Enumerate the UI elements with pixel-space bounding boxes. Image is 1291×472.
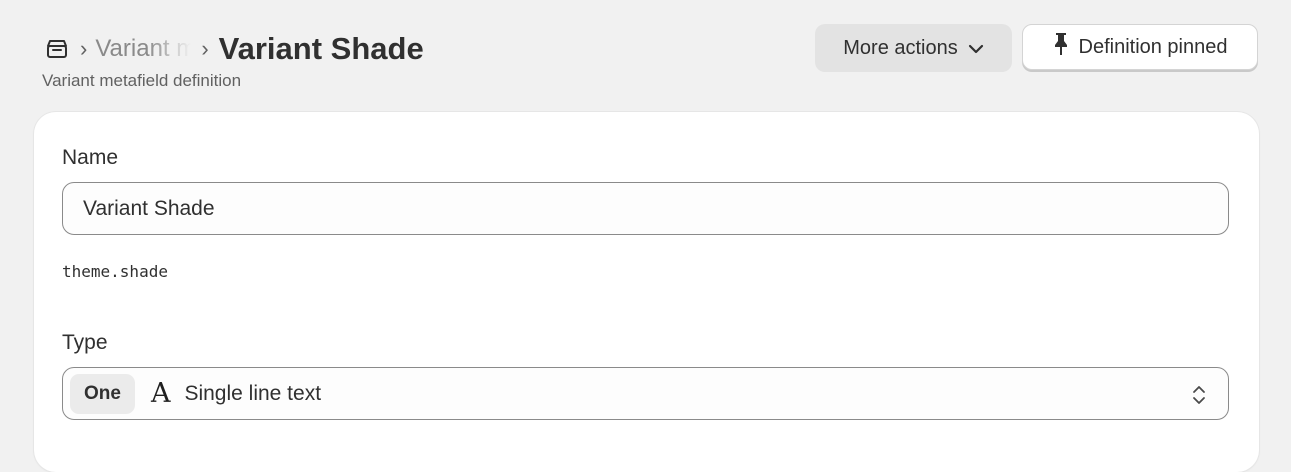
more-actions-button[interactable]: More actions — [815, 24, 1012, 72]
definition-card: Name Variant Shade theme.shade Type One … — [34, 112, 1259, 472]
breadcrumb-parent-link[interactable]: Variant metafield definitions — [95, 35, 191, 63]
page-subtitle: Variant metafield definition — [42, 71, 242, 90]
cardinality-badge: One — [70, 373, 135, 414]
name-input[interactable]: Variant Shade — [62, 182, 1229, 235]
definition-pinned-button[interactable]: Definition pinned — [1022, 24, 1258, 70]
definition-pinned-label: Definition pinned — [1078, 35, 1228, 58]
store-icon[interactable] — [44, 36, 70, 62]
page-title: Variant Shade — [218, 31, 424, 66]
pin-icon — [1053, 32, 1069, 62]
page-header: › Variant metafield definitions › Varian… — [0, 0, 1291, 110]
select-updown-icon — [1190, 383, 1208, 407]
breadcrumb: › Variant metafield definitions › Varian… — [44, 30, 424, 68]
more-actions-label: More actions — [843, 36, 958, 59]
breadcrumb-separator: › — [201, 36, 209, 61]
type-select-value: Single line text — [184, 381, 322, 405]
chevron-down-icon — [968, 37, 984, 60]
name-input-value: Variant Shade — [83, 196, 215, 220]
text-type-icon: A — [150, 378, 171, 409]
name-label: Name — [62, 146, 119, 169]
type-select[interactable]: One A Single line text — [62, 367, 1229, 420]
namespace-key: theme.shade — [62, 262, 168, 281]
breadcrumb-separator: › — [80, 36, 88, 61]
type-label: Type — [62, 331, 108, 354]
